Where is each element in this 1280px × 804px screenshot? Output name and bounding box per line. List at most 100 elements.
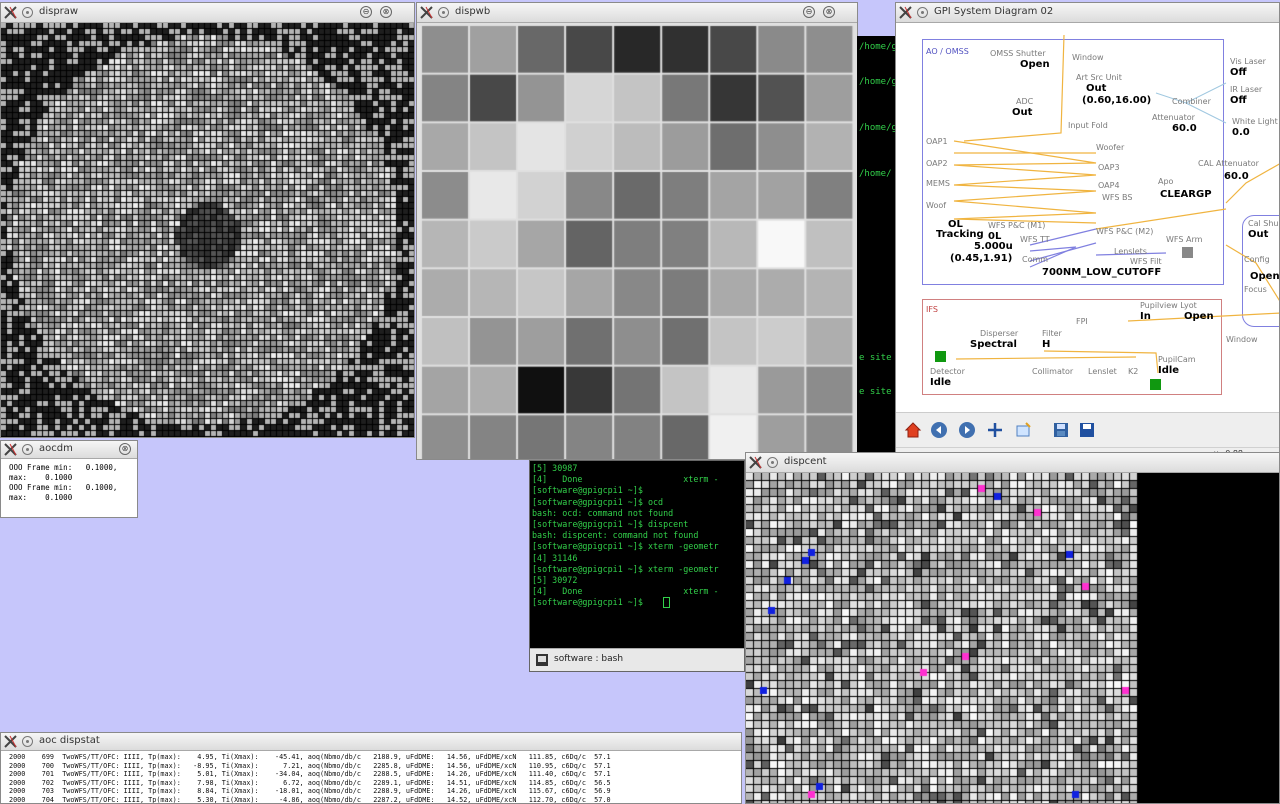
terminal-line: /home/gpi (859, 42, 897, 52)
terminal-window[interactable]: [5] 30987 [4] Done xterm - [software@gpigc… (529, 460, 745, 672)
terminal-window-background[interactable]: /home/gpi /home/gp /home/gp /home/ e sit… (857, 36, 897, 460)
ir-laser-value[interactable]: Off (1230, 95, 1247, 106)
forward-icon[interactable] (958, 421, 976, 439)
aocdm-line: OOO Frame min: 0.1000, (9, 483, 118, 492)
stats-row: 2000 701 TwoWFS/TT/OFC: IIII, Tp(max): 5… (9, 770, 611, 779)
dispcent-image-area[interactable] (746, 473, 1279, 803)
dispraw-titlebar[interactable]: dispraw ⊖ ⊗ (1, 3, 414, 23)
wfs-bs-label: WFS BS (1102, 193, 1133, 202)
layer-icon[interactable] (1014, 421, 1032, 439)
oap3-label: OAP3 (1098, 163, 1120, 172)
detector-label: Detector (930, 367, 965, 376)
window-menu-icon[interactable] (22, 7, 33, 18)
terminal-line: /home/ (859, 168, 892, 179)
ao-section-label: AO / OMSS (926, 47, 969, 56)
pupilcam-value[interactable]: Idle (1158, 365, 1179, 376)
gpi-diagram-area: AO / OMSS OMSS Shutter Open Window Vis L… (896, 23, 1279, 413)
filter-value[interactable]: H (1042, 339, 1050, 350)
minimize-button[interactable]: ⊖ (803, 6, 815, 18)
dispwb-image-area[interactable] (417, 23, 857, 459)
aocdm-line: max: 0.1000 (9, 493, 73, 502)
tracking-value[interactable]: Tracking (936, 229, 984, 240)
dispcent-titlebar[interactable]: dispcent (746, 453, 1279, 473)
terminal-status-text: software : bash (554, 654, 624, 664)
window-menu-icon[interactable] (438, 7, 449, 18)
dispwb-titlebar[interactable]: dispwb ⊖ ⊗ (417, 3, 857, 23)
dispraw-image-area[interactable] (1, 23, 414, 437)
oap2-label: OAP2 (926, 159, 948, 168)
wfs-tt-label-2: WFS TT (1020, 235, 1050, 244)
minimize-button[interactable]: ⊖ (360, 6, 372, 18)
close-button[interactable]: ⊗ (119, 443, 131, 455)
aocdm-window[interactable]: aocdm ⊗ OOO Frame min: 0.1000, max: 0.100… (0, 440, 138, 518)
window-menu-icon[interactable] (22, 444, 33, 455)
pupil-lyot-open-value[interactable]: Open (1184, 311, 1214, 322)
wavefront-grid-image[interactable] (417, 23, 857, 459)
k2-label: K2 (1128, 367, 1139, 376)
aoc-stats-window[interactable]: aoc dispstat 2000 699 TwoWFS/TT/OFC: III… (0, 732, 742, 804)
vis-laser-label: Vis Laser (1230, 57, 1266, 66)
window-menu-icon[interactable] (917, 7, 928, 18)
config-value[interactable]: Open (1250, 271, 1279, 282)
disperser-label: Disperser (980, 329, 1019, 338)
terminal-output[interactable]: [5] 30987 [4] Done xterm - [software@gpigc… (532, 463, 744, 649)
plus-icon[interactable] (986, 421, 1004, 439)
disperser-value[interactable]: Spectral (970, 339, 1017, 350)
centroid-image[interactable] (746, 473, 1279, 803)
omss-shutter-value[interactable]: Open (1020, 59, 1050, 70)
window-menu-icon[interactable] (767, 457, 778, 468)
stats-row: 2000 699 TwoWFS/TT/OFC: IIII, Tp(max): 4… (9, 753, 611, 761)
collimator-label: Collimator (1032, 367, 1074, 376)
lenslet-label: Lenslet (1088, 367, 1117, 376)
close-button[interactable]: ⊗ (380, 6, 392, 18)
save-as-icon[interactable] (1052, 421, 1070, 439)
dispraw-window[interactable]: dispraw ⊖ ⊗ (0, 2, 415, 438)
dispwb-window[interactable]: dispwb ⊖ ⊗ (416, 2, 858, 460)
detector-status-indicator[interactable] (935, 351, 946, 362)
art-src-state[interactable]: Out (1086, 83, 1106, 94)
window-menu-icon[interactable] (22, 736, 33, 747)
aocdm-titlebar[interactable]: aocdm ⊗ (1, 441, 137, 459)
dispcent-window[interactable]: dispcent (745, 452, 1280, 804)
vis-laser-value[interactable]: Off (1230, 67, 1247, 78)
wfs-filter-value[interactable]: 700NM_LOW_CUTOFF (1042, 267, 1161, 278)
raw-detector-image[interactable] (1, 23, 414, 437)
aoc-stats-titlebar[interactable]: aoc dispstat (1, 733, 741, 751)
wfs-arm-indicator[interactable] (1182, 247, 1193, 258)
save-icon[interactable] (1078, 421, 1096, 439)
terminal-line: [software@gpigcpi1 ~]$ ocd (532, 496, 664, 507)
stats-row: 2000 704 TwoWFS/TT/OFC: IIII, Tp(max): 5… (9, 795, 611, 804)
home-icon[interactable] (904, 421, 922, 439)
white-light-value[interactable]: 0.0 (1232, 127, 1250, 138)
terminal-line: e site (859, 387, 892, 397)
back-icon[interactable] (930, 421, 948, 439)
terminal-line: /home/gp (859, 122, 897, 133)
x-logo-icon (4, 735, 17, 748)
detector-value[interactable]: Idle (930, 377, 951, 388)
comm-label: Comm (1022, 255, 1049, 264)
close-button[interactable]: ⊗ (823, 6, 835, 18)
cal-attenuator-value[interactable]: 60.0 (1224, 171, 1249, 182)
gpi-system-diagram-window[interactable]: GPI System Diagram 02 AO / OMSS OMSS Shu… (895, 2, 1280, 462)
white-light-label: White Light (1232, 117, 1278, 126)
x-logo-icon (4, 6, 17, 19)
gpi-titlebar[interactable]: GPI System Diagram 02 (896, 3, 1279, 23)
adc-value[interactable]: Out (1012, 107, 1032, 118)
apo-value[interactable]: CLEARGP (1160, 189, 1212, 200)
status-separator (896, 447, 1279, 448)
terminal-line: [4] 31146 (532, 552, 578, 563)
attenuator-value[interactable]: 60.0 (1172, 123, 1197, 134)
cal-shutter-value[interactable]: Out (1248, 229, 1268, 240)
pupilcam-status-indicator[interactable] (1150, 379, 1161, 390)
pupil-lyot-in-value[interactable]: In (1140, 311, 1151, 322)
window-title: dispraw (39, 6, 79, 17)
terminal-line: [5] 30987 (532, 463, 578, 473)
